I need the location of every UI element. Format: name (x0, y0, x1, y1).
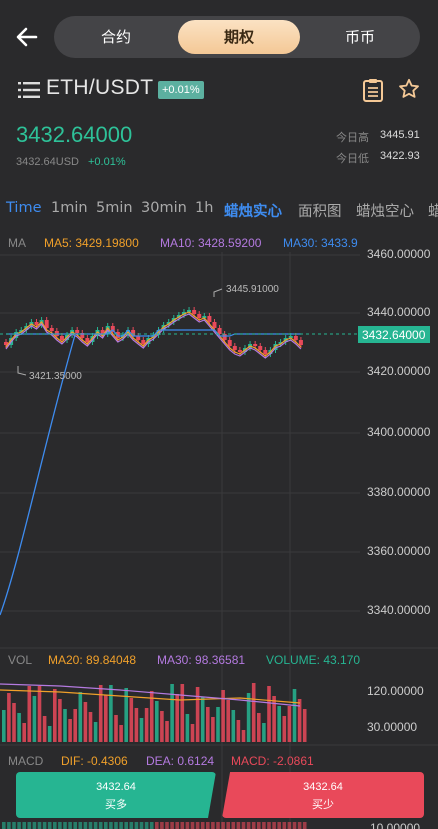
ma5-label: MA5: 3429.19800 (44, 236, 139, 250)
kline-chart[interactable]: MA MA5: 3429.19800 MA10: 3428.59200 MA30… (0, 230, 438, 829)
vol-label: VOL (8, 653, 32, 667)
favorite-star-icon[interactable] (398, 78, 420, 105)
y-tick: 3460.00000 (367, 247, 431, 261)
chart-type-hollow-candle[interactable]: 蜡烛空心 (356, 200, 414, 221)
macd-dif-label: DIF: -0.4306 (61, 754, 128, 768)
day-low-value: 3422.93 (380, 150, 420, 162)
interval-1h[interactable]: 1h (195, 200, 213, 216)
ma-label: MA (8, 236, 26, 250)
price-usd: 3432.64USD (16, 156, 79, 168)
moving-average-lines (0, 311, 302, 616)
macd-y-tick: 10.00000 (370, 821, 420, 829)
max-price-marker: 3445.91000 (226, 284, 279, 295)
volume-bars (0, 683, 307, 742)
back-arrow-icon[interactable] (14, 24, 42, 52)
chart-type-area[interactable]: 面积图 (298, 200, 342, 221)
buy-short-button[interactable]: 3432.64 买少 (222, 772, 424, 818)
y-tick: 3360.00000 (367, 544, 431, 558)
tab-options[interactable]: 期权 (178, 20, 300, 54)
current-price-tag: 3432.64000 (362, 328, 426, 342)
macd-label: MACD (8, 754, 44, 768)
buy-price: 3432.64 (96, 781, 136, 793)
y-tick: 3340.00000 (367, 603, 431, 617)
buy-label: 买多 (105, 798, 127, 811)
day-low-label: 今日低 (336, 153, 369, 165)
interval-30min[interactable]: 30min (141, 200, 187, 216)
day-high-value: 3445.91 (380, 129, 420, 141)
chart-type-more[interactable]: 蜡 (428, 200, 438, 221)
market-type-tabs: 合约 期权 币币 (54, 16, 420, 58)
vol-ma30-label: MA30: 98.36581 (157, 653, 245, 667)
buy-long-button[interactable]: 3432.64 买多 (16, 772, 216, 818)
sell-label: 买少 (312, 798, 334, 811)
macd-value-label: MACD: -2.0861 (231, 754, 314, 768)
trading-pair[interactable]: ETH/USDT (46, 76, 153, 100)
day-high-label: 今日高 (336, 132, 369, 144)
ma30-label: MA30: 3433.9 (283, 236, 358, 250)
tab-contract[interactable]: 合约 (54, 16, 178, 58)
macd-bars (2, 822, 307, 829)
y-tick: 3380.00000 (367, 485, 431, 499)
vol-ma20-label: MA20: 89.84048 (48, 653, 136, 667)
candlestick-series (4, 307, 303, 357)
ma10-label: MA10: 3428.59200 (160, 236, 262, 250)
macd-dea-label: DEA: 0.6124 (146, 754, 214, 768)
interval-time[interactable]: Time (6, 200, 42, 216)
tab-spot[interactable]: 币币 (300, 16, 420, 58)
list-menu-icon[interactable] (18, 80, 40, 105)
interval-1min[interactable]: 1min (51, 200, 88, 216)
clipboard-icon[interactable] (362, 78, 384, 107)
volume-label: VOLUME: 43.170 (266, 653, 360, 667)
chart-type-solid-candle[interactable]: 蜡烛实心 (224, 200, 282, 221)
sell-price: 3432.64 (303, 781, 343, 793)
min-price-marker: 3421.35000 (29, 371, 82, 382)
change-badge: +0.01% (158, 81, 204, 99)
price-change: +0.01% (88, 156, 126, 168)
vol-y-tick: 30.00000 (367, 720, 417, 734)
y-tick: 3440.00000 (367, 305, 431, 319)
interval-selector: Time 1min 5min 30min 1h 蜡烛实心 面积图 蜡烛空心 蜡 (0, 200, 438, 224)
vol-y-tick: 120.00000 (367, 684, 424, 698)
last-price: 3432.64000 (16, 122, 133, 147)
interval-5min[interactable]: 5min (96, 200, 133, 216)
y-tick: 3400.00000 (367, 425, 431, 439)
y-tick: 3420.00000 (367, 364, 431, 378)
